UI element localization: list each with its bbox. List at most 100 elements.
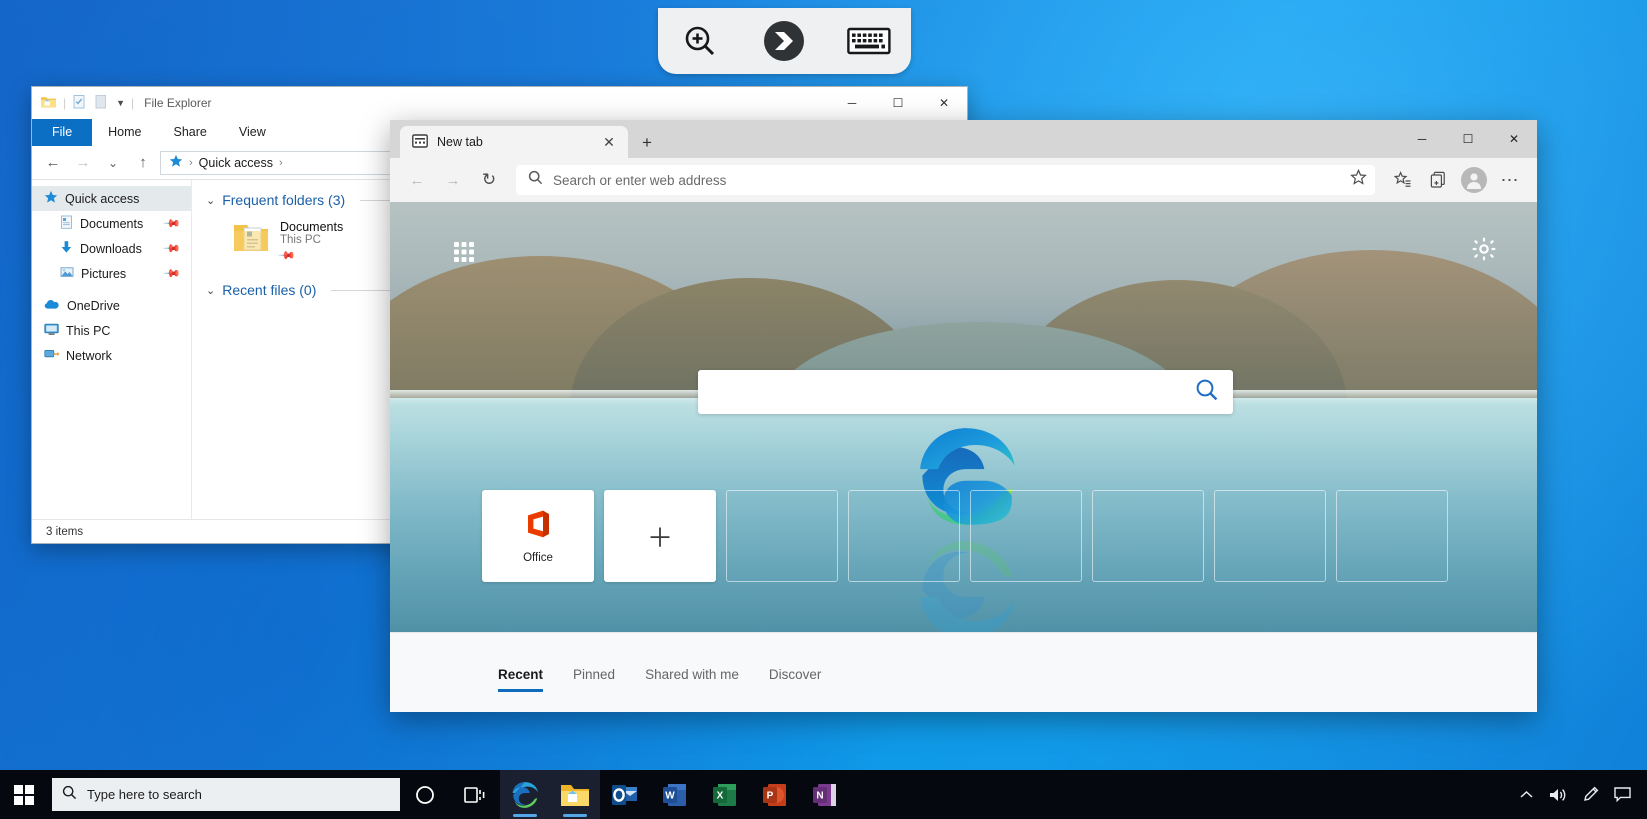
sidebar-item-quick-access[interactable]: Quick access xyxy=(32,186,191,211)
ribbon-tab-home[interactable]: Home xyxy=(92,119,157,146)
system-tray xyxy=(1511,770,1647,819)
task-view-icon[interactable] xyxy=(450,770,500,819)
feed-tab-recent[interactable]: Recent xyxy=(498,667,543,692)
network-icon xyxy=(44,348,59,364)
edge-minimize-button[interactable]: ─ xyxy=(1399,120,1445,158)
search-magnifier-icon[interactable] xyxy=(1195,378,1219,407)
chevron-down-icon[interactable]: ⌄ xyxy=(206,194,215,207)
taskbar-powerpoint-icon[interactable]: P xyxy=(750,770,800,819)
profile-avatar-icon[interactable] xyxy=(1457,163,1491,197)
taskbar-outlook-icon[interactable] xyxy=(600,770,650,819)
office-icon xyxy=(524,509,552,544)
tile-add-site[interactable]: ＋ xyxy=(604,490,716,582)
keyboard-icon[interactable] xyxy=(841,18,897,64)
windows-taskbar: Type here to search xyxy=(0,770,1647,819)
zoom-in-icon[interactable] xyxy=(672,18,728,64)
browser-forward-button[interactable]: → xyxy=(436,163,470,197)
sidebar-label-onedrive: OneDrive xyxy=(67,299,120,313)
tab-title: New tab xyxy=(437,135,483,149)
customize-icon[interactable]: ▼ xyxy=(116,98,125,108)
recent-locations-button[interactable]: ⌄ xyxy=(100,150,126,176)
browser-back-button[interactable]: ← xyxy=(400,163,434,197)
sidebar-label-this-pc: This PC xyxy=(66,324,110,338)
properties-icon[interactable] xyxy=(72,94,86,112)
qat-divider: | xyxy=(63,96,66,110)
pin-icon[interactable]: 📌 xyxy=(277,246,296,265)
taskbar-onenote-icon[interactable]: N xyxy=(800,770,850,819)
sidebar-label-pictures: Pictures xyxy=(81,267,126,281)
sidebar-item-network[interactable]: Network xyxy=(32,343,191,368)
breadcrumb-quick-access[interactable]: Quick access xyxy=(199,156,273,170)
forward-button[interactable]: → xyxy=(70,150,96,176)
feed-tab-discover[interactable]: Discover xyxy=(769,667,822,692)
edge-browser-window[interactable]: New tab ✕ + ─ ☐ ✕ ← → ↻ Search or enter … xyxy=(390,120,1537,712)
favorites-list-icon[interactable] xyxy=(1385,163,1419,197)
edge-close-button[interactable]: ✕ xyxy=(1491,120,1537,158)
back-button[interactable]: ← xyxy=(40,150,66,176)
new-folder-icon[interactable] xyxy=(94,94,107,112)
feed-tab-shared-with-me[interactable]: Shared with me xyxy=(645,667,739,692)
up-button[interactable]: ↑ xyxy=(130,150,156,176)
app-grid-icon[interactable] xyxy=(454,242,474,267)
taskbar-word-icon[interactable]: W xyxy=(650,770,700,819)
more-options-icon[interactable]: ⋯ xyxy=(1493,163,1527,197)
tile-office[interactable]: Office xyxy=(482,490,594,582)
edge-window-controls: ─ ☐ ✕ xyxy=(1399,120,1537,158)
onedrive-icon xyxy=(44,298,60,313)
sidebar-item-onedrive[interactable]: OneDrive xyxy=(32,293,191,318)
collections-icon[interactable] xyxy=(1421,163,1455,197)
pin-icon[interactable]: 📌 xyxy=(163,214,182,233)
crumb-separator-1: › xyxy=(189,157,193,169)
explorer-minimize-button[interactable]: ─ xyxy=(829,87,875,119)
taskbar-search-placeholder: Type here to search xyxy=(87,787,202,802)
pin-icon[interactable]: 📌 xyxy=(163,239,182,258)
avatar[interactable] xyxy=(1461,167,1487,193)
folder-documents-icon xyxy=(232,220,270,259)
ntp-hero-background: Office ＋ xyxy=(390,202,1537,638)
sidebar-label-quick-access: Quick access xyxy=(65,192,139,206)
qat-divider-2: | xyxy=(131,96,134,110)
sidebar-item-downloads[interactable]: Downloads 📌 xyxy=(32,236,191,261)
folder-icon[interactable] xyxy=(40,94,57,112)
action-center-icon[interactable] xyxy=(1607,770,1637,819)
close-tab-icon[interactable]: ✕ xyxy=(598,131,620,153)
feed-tab-pinned[interactable]: Pinned xyxy=(573,667,615,692)
sidebar-item-pictures[interactable]: Pictures 📌 xyxy=(32,261,191,286)
cortana-icon[interactable] xyxy=(400,770,450,819)
pictures-icon xyxy=(60,265,74,282)
new-tab-button[interactable]: + xyxy=(632,128,662,158)
browser-refresh-button[interactable]: ↻ xyxy=(472,163,506,197)
sidebar-item-this-pc[interactable]: This PC xyxy=(32,318,191,343)
explorer-maximize-button[interactable]: ☐ xyxy=(875,87,921,119)
show-hidden-icons-icon[interactable] xyxy=(1511,770,1541,819)
remote-desktop-icon[interactable] xyxy=(756,18,812,64)
pin-icon[interactable]: 📌 xyxy=(163,264,182,283)
pen-ink-icon[interactable] xyxy=(1575,770,1605,819)
taskbar-excel-icon[interactable]: X xyxy=(700,770,750,819)
star-pin-icon xyxy=(169,154,183,171)
folder-location: This PC xyxy=(280,234,343,246)
sidebar-item-documents[interactable]: Documents 📌 xyxy=(32,211,191,236)
star-outline-icon[interactable] xyxy=(1350,169,1367,191)
taskbar-file-explorer-icon[interactable] xyxy=(550,770,600,819)
crumb-separator-2[interactable]: › xyxy=(279,157,283,169)
search-input[interactable] xyxy=(698,370,1233,414)
taskbar-edge-icon[interactable] xyxy=(500,770,550,819)
ribbon-tab-file[interactable]: File xyxy=(32,119,92,146)
browser-tab-new-tab[interactable]: New tab ✕ xyxy=(400,126,628,158)
gear-icon[interactable] xyxy=(1471,236,1497,267)
address-bar-input[interactable]: Search or enter web address xyxy=(516,165,1375,195)
search-icon xyxy=(528,170,543,190)
documents-icon xyxy=(60,215,73,232)
volume-icon[interactable] xyxy=(1543,770,1573,819)
explorer-close-button[interactable]: ✕ xyxy=(921,87,967,119)
taskbar-search-input[interactable]: Type here to search xyxy=(52,778,400,811)
svg-text:X: X xyxy=(717,790,724,801)
tile-empty xyxy=(1092,490,1204,582)
chevron-down-icon[interactable]: ⌄ xyxy=(206,284,215,297)
windows-start-icon[interactable] xyxy=(0,770,48,819)
ribbon-tab-view[interactable]: View xyxy=(223,119,282,146)
tile-empty xyxy=(970,490,1082,582)
ribbon-tab-share[interactable]: Share xyxy=(158,119,223,146)
edge-maximize-button[interactable]: ☐ xyxy=(1445,120,1491,158)
